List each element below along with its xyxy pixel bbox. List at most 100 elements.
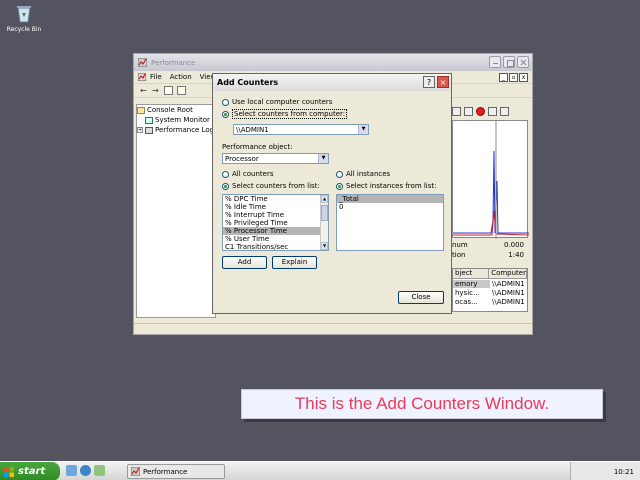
use-local-radio[interactable]: Use local computer counters bbox=[222, 98, 332, 106]
console-icon bbox=[138, 73, 146, 81]
radio-label: All counters bbox=[232, 170, 274, 178]
menu-file[interactable]: File bbox=[150, 73, 162, 81]
show-desktop-icon[interactable] bbox=[66, 465, 77, 476]
list-item[interactable]: % DPC Time bbox=[223, 195, 328, 203]
graph-toolbar bbox=[452, 104, 530, 118]
computer-value: \\ADMIN1 bbox=[236, 125, 269, 134]
cell: \\ADMIN1 bbox=[492, 297, 525, 306]
cell: \\ADMIN1 bbox=[492, 288, 525, 297]
scroll-down-icon[interactable]: ▼ bbox=[321, 242, 328, 250]
stop-icon[interactable] bbox=[476, 106, 485, 116]
performance-logs-icon bbox=[145, 126, 153, 134]
cell: \\ADMIN1 bbox=[492, 279, 525, 288]
start-button[interactable]: start bbox=[0, 462, 60, 480]
counter-legend-table: bject Computer emory \\ADMIN1 hysic... \\A… bbox=[452, 268, 528, 312]
recycle-bin-icon bbox=[14, 3, 34, 23]
task-label: Performance bbox=[143, 467, 188, 476]
all-instances-radio[interactable]: All instances bbox=[336, 170, 390, 178]
system-tray: 10:21 bbox=[570, 462, 640, 480]
taskbar: start Performance EN 10:21 bbox=[0, 461, 640, 480]
radio-on-icon bbox=[336, 182, 343, 190]
internet-explorer-icon[interactable] bbox=[80, 465, 91, 476]
tree-console-root[interactable]: Console Root bbox=[137, 105, 215, 115]
chevron-down-icon[interactable]: ▼ bbox=[358, 125, 368, 134]
radio-off-icon bbox=[222, 98, 229, 106]
radio-on-icon bbox=[222, 110, 229, 118]
mdi-restore-button[interactable]: ▫ bbox=[509, 73, 518, 82]
properties-icon[interactable] bbox=[464, 106, 473, 116]
radio-label: All instances bbox=[346, 170, 391, 178]
dialog-help-button[interactable]: ? bbox=[423, 76, 435, 88]
paste-icon[interactable] bbox=[452, 106, 461, 116]
media-player-icon[interactable] bbox=[94, 465, 105, 476]
performance-app-icon bbox=[138, 58, 147, 67]
stat-label: tion bbox=[452, 251, 466, 259]
computer-combo[interactable]: \\ADMIN1 ▼ bbox=[233, 124, 369, 135]
radio-on-icon bbox=[222, 182, 229, 190]
list-item[interactable]: % User Time bbox=[223, 235, 328, 243]
list-item[interactable]: 0 bbox=[337, 203, 443, 211]
column-object[interactable]: bject bbox=[453, 269, 490, 278]
console-tree: Console Root System Monitor + Performanc… bbox=[136, 104, 216, 318]
performance-graph bbox=[452, 120, 530, 239]
performance-task-icon bbox=[131, 467, 140, 476]
add-counters-dialog[interactable]: Add Counters ? × Use local computer coun… bbox=[212, 73, 452, 314]
instances-list[interactable]: _Total 0 bbox=[336, 194, 444, 251]
select-from-computer-radio[interactable]: Select counters from computer: bbox=[222, 109, 348, 119]
dialog-close-x-button[interactable]: × bbox=[437, 76, 449, 88]
dialog-titlebar[interactable]: Add Counters bbox=[213, 74, 451, 91]
quick-launch bbox=[66, 465, 105, 476]
counters-list[interactable]: % DPC Time % Idle Time % Interrupt Time … bbox=[222, 194, 329, 251]
status-bar bbox=[134, 323, 532, 334]
radio-label: Select counters from list: bbox=[232, 182, 320, 190]
list-item[interactable]: C1 Transitions/sec bbox=[223, 243, 328, 250]
select-instances-radio[interactable]: Select instances from list: bbox=[336, 182, 437, 190]
freeze-icon[interactable] bbox=[488, 106, 497, 116]
taskbar-item-performance[interactable]: Performance bbox=[127, 464, 225, 479]
list-item[interactable]: % Idle Time bbox=[223, 203, 328, 211]
back-arrow-icon[interactable]: ← bbox=[140, 86, 148, 95]
radio-label: Select instances from list: bbox=[346, 182, 437, 190]
chevron-down-icon[interactable]: ▼ bbox=[318, 154, 328, 163]
minimize-button[interactable] bbox=[489, 56, 501, 68]
performance-titlebar[interactable]: Performance bbox=[134, 54, 532, 71]
recycle-bin-desktop-icon[interactable]: Recycle Bin bbox=[4, 3, 44, 33]
mdi-minimize-button[interactable]: _ bbox=[499, 73, 508, 82]
counters-scrollbar[interactable]: ▲ ▼ bbox=[320, 195, 328, 250]
dialog-title: Add Counters bbox=[217, 78, 279, 87]
clock[interactable]: 10:21 bbox=[614, 468, 634, 476]
tree-performance-logs[interactable]: + Performance Log bbox=[137, 125, 215, 135]
scroll-thumb[interactable] bbox=[321, 205, 328, 221]
add-button[interactable]: Add bbox=[222, 256, 267, 269]
list-item-selected[interactable]: % Processor Time bbox=[223, 227, 328, 235]
up-folder-icon[interactable] bbox=[164, 86, 173, 95]
system-monitor-pane: num 0.000 tion 1:40 bject Computer emory \\… bbox=[452, 104, 530, 318]
recycle-bin-label: Recycle Bin bbox=[6, 26, 42, 33]
tree-system-monitor[interactable]: System Monitor bbox=[137, 115, 215, 125]
help-icon[interactable] bbox=[500, 106, 509, 116]
list-item[interactable]: % Interrupt Time bbox=[223, 211, 328, 219]
table-row[interactable]: emory \\ADMIN1 bbox=[453, 279, 527, 288]
list-item[interactable]: % Privileged Time bbox=[223, 219, 328, 227]
menu-action[interactable]: Action bbox=[170, 73, 192, 81]
all-counters-radio[interactable]: All counters bbox=[222, 170, 273, 178]
table-row[interactable]: ocas... \\ADMIN1 bbox=[453, 297, 527, 306]
select-counters-radio[interactable]: Select counters from list: bbox=[222, 182, 320, 190]
scroll-up-icon[interactable]: ▲ bbox=[321, 195, 328, 203]
window-title: Performance bbox=[151, 58, 196, 67]
list-item-selected[interactable]: _Total bbox=[337, 195, 443, 203]
explain-button[interactable]: Explain bbox=[272, 256, 317, 269]
cell: ocas... bbox=[455, 297, 478, 306]
maximize-button[interactable] bbox=[503, 56, 515, 68]
close-dialog-button[interactable]: Close bbox=[398, 291, 444, 304]
performance-object-select[interactable]: Processor ▼ bbox=[222, 153, 329, 164]
radio-label: Use local computer counters bbox=[232, 98, 333, 106]
graph-stats: num 0.000 tion 1:40 bbox=[452, 240, 528, 260]
expand-plus-icon[interactable]: + bbox=[137, 127, 143, 133]
mdi-close-button[interactable]: x bbox=[519, 73, 528, 82]
column-computer[interactable]: Computer bbox=[489, 269, 527, 278]
table-row[interactable]: hysic... \\ADMIN1 bbox=[453, 288, 527, 297]
close-button[interactable] bbox=[517, 56, 529, 68]
forward-arrow-icon[interactable]: → bbox=[152, 86, 160, 95]
show-tree-icon[interactable] bbox=[177, 86, 186, 95]
